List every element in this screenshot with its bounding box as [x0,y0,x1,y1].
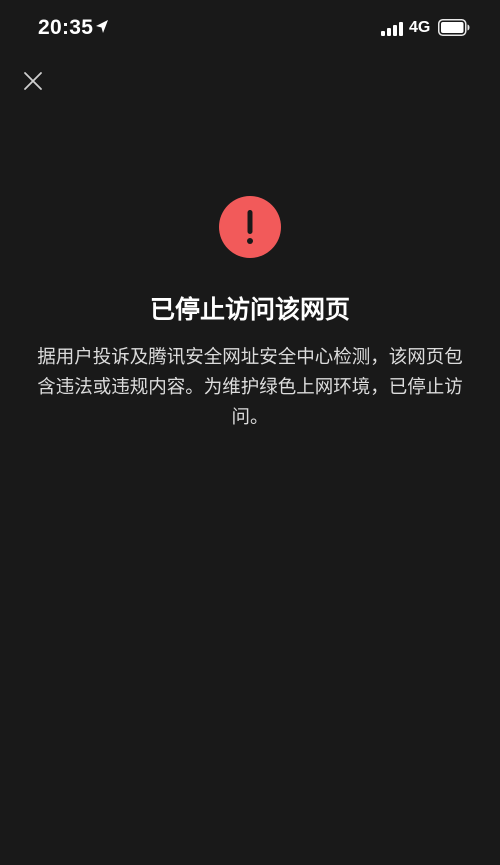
close-button[interactable] [18,66,48,96]
signal-bars-icon [381,21,405,36]
close-icon [24,72,42,90]
location-arrow-icon [95,19,109,35]
network-type-label: 4G [409,19,431,36]
exclamation-icon [219,196,281,258]
page-title: 已停止访问该网页 [149,295,350,324]
blocked-description: 据用户投诉及腾讯安全网址安全中心检测，该网页包含违法或违规内容。为维护绿色上网环… [37,347,463,428]
status-bar: 20:35 4G [0,0,500,58]
status-time: 20:35 [38,16,94,39]
battery-icon [438,19,470,36]
